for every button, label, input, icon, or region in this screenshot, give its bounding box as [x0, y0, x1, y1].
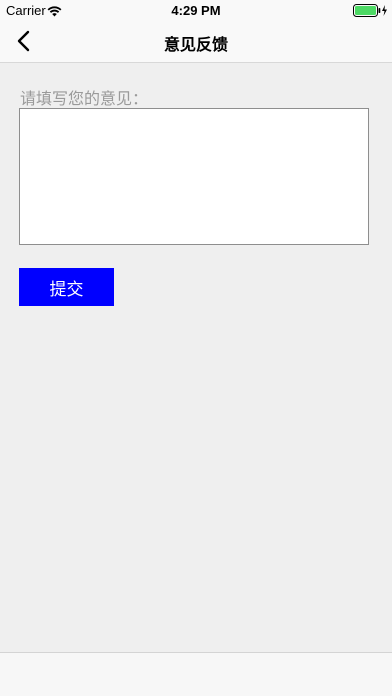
feedback-label: 请填写您的意见： — [20, 91, 149, 108]
feedback-textarea[interactable] — [19, 108, 369, 245]
bottom-bar — [0, 652, 392, 696]
battery-charging-icon — [353, 4, 389, 17]
status-bar: Carrier 4:29 PM — [0, 0, 392, 20]
status-time: 4:29 PM — [171, 3, 221, 18]
navigation-bar: 意见反馈 — [0, 20, 392, 63]
submit-button[interactable]: 提交 — [19, 268, 114, 306]
page-title: 意见反馈 — [163, 37, 228, 54]
feedback-screen: Carrier 4:29 PM 意见反馈 请填写您的意见： 提交 — [0, 0, 392, 696]
